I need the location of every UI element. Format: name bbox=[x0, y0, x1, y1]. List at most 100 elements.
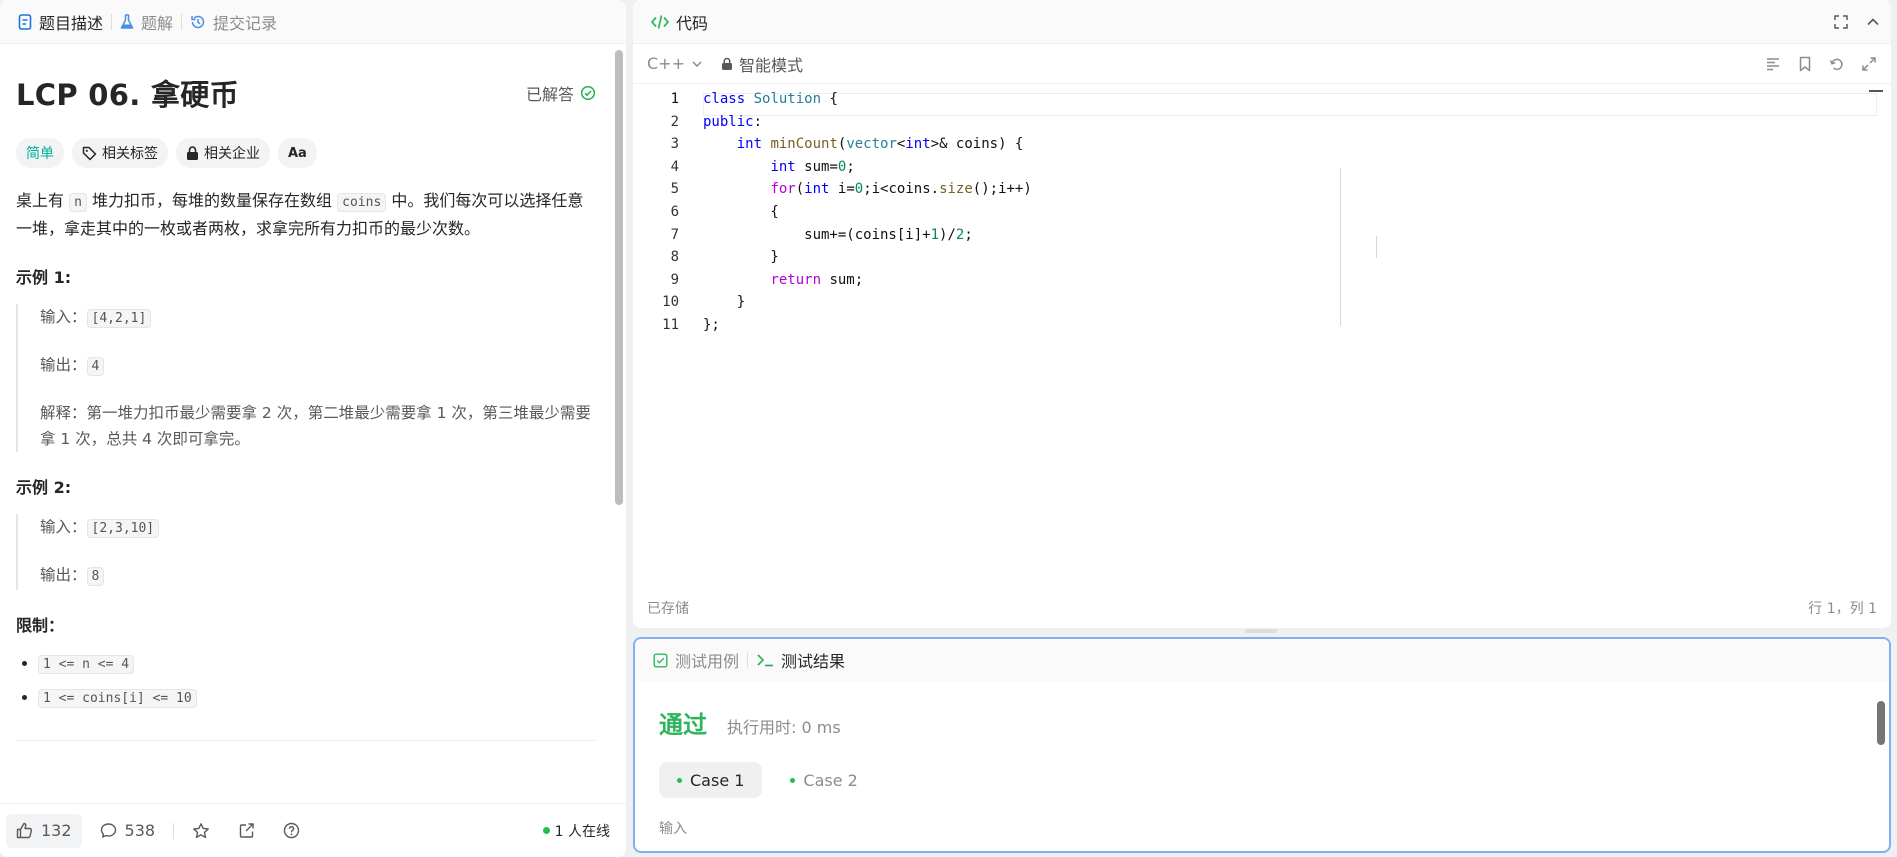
limit-code: 1 <= coins[i] <= 10 bbox=[38, 689, 197, 708]
example-1-heading: 示例 1: bbox=[16, 268, 72, 287]
case-1-tab[interactable]: Case 1 bbox=[659, 762, 763, 798]
tab-submissions[interactable]: 提交记录 bbox=[182, 0, 285, 43]
input-label: 输入 bbox=[659, 821, 687, 837]
smart-mode-toggle[interactable]: 智能模式 bbox=[721, 52, 803, 76]
thumbs-up-icon bbox=[16, 822, 33, 839]
saved-status: 已存储 bbox=[647, 601, 689, 617]
example-2: 输入： [2,3,10] 输出： 8 bbox=[16, 514, 596, 590]
example-input: [2,3,10] bbox=[86, 519, 160, 538]
case-2-tab[interactable]: Case 2 bbox=[772, 762, 875, 798]
expand-icon[interactable] bbox=[1861, 56, 1877, 72]
code-text: } bbox=[703, 249, 779, 266]
cursor-position: 行 1，列 1 bbox=[1808, 601, 1877, 617]
topics-tag-label: 相关标签 bbox=[102, 146, 158, 162]
favorite-button[interactable] bbox=[182, 814, 220, 848]
terminal-icon bbox=[756, 652, 774, 668]
comments-button[interactable]: 538 bbox=[90, 814, 166, 848]
panel-resize-handle[interactable] bbox=[1245, 629, 1277, 633]
input-label: 输入： bbox=[40, 308, 87, 326]
editor-status-bar: 已存储 行 1，列 1 bbox=[647, 598, 1877, 618]
example-explanation: 解释：第一堆力扣币最少需要拿 2 次，第二堆最少需要拿 1 次，第三堆最少需要拿… bbox=[40, 404, 591, 448]
limit-code: 1 <= n <= 4 bbox=[38, 655, 135, 674]
problem-panel: 题目描述 题解 提交记录 LCP 06. 拿硬币 已解答 简单 相关标签 相关企… bbox=[0, 0, 626, 857]
bookmark-icon[interactable] bbox=[1797, 56, 1813, 72]
code-text: for(int i=0;i<coins.size();i++) bbox=[770, 181, 1032, 198]
chevron-down-icon bbox=[691, 58, 703, 70]
runtime-label: 执行用时: 0 ms bbox=[727, 718, 841, 737]
output-label: 输出： bbox=[40, 356, 87, 374]
reset-icon[interactable] bbox=[1829, 56, 1845, 72]
code-line: 5 for(int i=0;i<coins.size();i++) bbox=[633, 178, 1891, 201]
panel-controls bbox=[1833, 14, 1881, 30]
editor-toolbar: C++ 智能模式 bbox=[633, 44, 1891, 84]
problem-tabbar: 题目描述 题解 提交记录 bbox=[0, 0, 626, 44]
code-text: return sum; bbox=[770, 271, 864, 288]
example-input: [4,2,1] bbox=[86, 309, 152, 328]
line-number: 4 bbox=[670, 158, 679, 175]
maximize-icon[interactable] bbox=[1833, 14, 1849, 30]
tab-code-label: 代码 bbox=[676, 13, 709, 33]
tag-row: 简单 相关标签 相关企业 Aa bbox=[16, 138, 596, 168]
tab-description[interactable]: 题目描述 bbox=[10, 0, 111, 43]
smart-mode-label: 智能模式 bbox=[738, 55, 803, 75]
like-button[interactable]: 132 bbox=[6, 813, 82, 848]
tab-solutions[interactable]: 题解 bbox=[112, 0, 181, 43]
collapse-icon[interactable] bbox=[1865, 14, 1881, 30]
pass-dot-icon bbox=[677, 777, 682, 783]
problem-content[interactable]: LCP 06. 拿硬币 已解答 简单 相关标签 相关企业 Aa 桌上有 n 堆力… bbox=[0, 44, 612, 803]
desc-text: 堆力扣币，每堆的数量保存在数组 bbox=[92, 191, 333, 210]
solved-label: 已解答 bbox=[525, 85, 574, 104]
tab-test-result[interactable]: 测试结果 bbox=[748, 639, 853, 681]
code-editor[interactable]: 1 class Solution { 2 public: 3 int minCoun… bbox=[633, 88, 1891, 337]
desc-text: 桌上有 bbox=[16, 191, 65, 210]
code-line: 10 } bbox=[633, 291, 1891, 314]
code-text: } bbox=[703, 294, 746, 311]
online-dot-icon bbox=[542, 827, 550, 834]
companies-tag-button[interactable]: 相关企业 bbox=[176, 138, 270, 168]
flask-icon bbox=[120, 13, 134, 30]
font-size-button[interactable]: Aa bbox=[278, 138, 317, 168]
code-line: 4 int sum=0; bbox=[633, 156, 1891, 179]
star-icon bbox=[192, 822, 210, 840]
output-label: 输出： bbox=[40, 566, 87, 584]
help-button[interactable] bbox=[273, 814, 310, 848]
tab-code[interactable]: 代码 bbox=[643, 0, 716, 43]
code-text: class Solution { bbox=[703, 91, 838, 107]
topics-tag-button[interactable]: 相关标签 bbox=[72, 138, 168, 168]
code-line: 6 { bbox=[633, 201, 1891, 224]
inline-code: n bbox=[69, 193, 87, 212]
example-2-heading: 示例 2: bbox=[16, 478, 72, 497]
case-1-label: Case 1 bbox=[690, 770, 745, 790]
like-count: 132 bbox=[41, 821, 72, 840]
code-text: }; bbox=[703, 316, 720, 333]
case-tabs: Case 1 Case 2 bbox=[635, 762, 1889, 798]
editor-actions bbox=[1765, 56, 1877, 72]
format-icon[interactable] bbox=[1765, 56, 1781, 72]
language-select[interactable]: C++ bbox=[647, 54, 703, 73]
companies-tag-label: 相关企业 bbox=[204, 146, 260, 162]
scrollbar[interactable] bbox=[615, 50, 623, 505]
history-icon bbox=[190, 14, 206, 30]
online-count: 1 人在线 bbox=[554, 823, 610, 840]
help-icon bbox=[283, 822, 300, 839]
problem-title: LCP 06. 拿硬币 bbox=[16, 78, 239, 112]
translate-icon: Aa bbox=[288, 145, 307, 161]
result-tabbar: 测试用例 测试结果 bbox=[635, 639, 1889, 681]
difficulty-badge[interactable]: 简单 bbox=[16, 138, 64, 168]
code-icon bbox=[651, 14, 669, 30]
tag-icon bbox=[82, 146, 97, 161]
code-line: 3 int minCount(vector<int>& coins) { bbox=[633, 133, 1891, 156]
tab-submissions-label: 提交记录 bbox=[213, 13, 278, 33]
tab-testcases[interactable]: 测试用例 bbox=[645, 639, 747, 681]
share-button[interactable] bbox=[228, 814, 265, 848]
scrollbar[interactable] bbox=[1877, 701, 1885, 745]
code-line: 8 } bbox=[633, 246, 1891, 269]
online-indicator: 1 人在线 bbox=[542, 821, 620, 841]
problem-description: 桌上有 n 堆力扣币，每堆的数量保存在数组 coins 中。我们每次可以选择任意… bbox=[16, 188, 596, 242]
share-icon bbox=[238, 822, 255, 839]
line-number: 6 bbox=[670, 203, 679, 220]
solved-status: 已解答 bbox=[526, 81, 596, 105]
comment-icon bbox=[100, 822, 117, 839]
checkbox-icon bbox=[653, 653, 668, 668]
tab-solutions-label: 题解 bbox=[141, 13, 174, 33]
